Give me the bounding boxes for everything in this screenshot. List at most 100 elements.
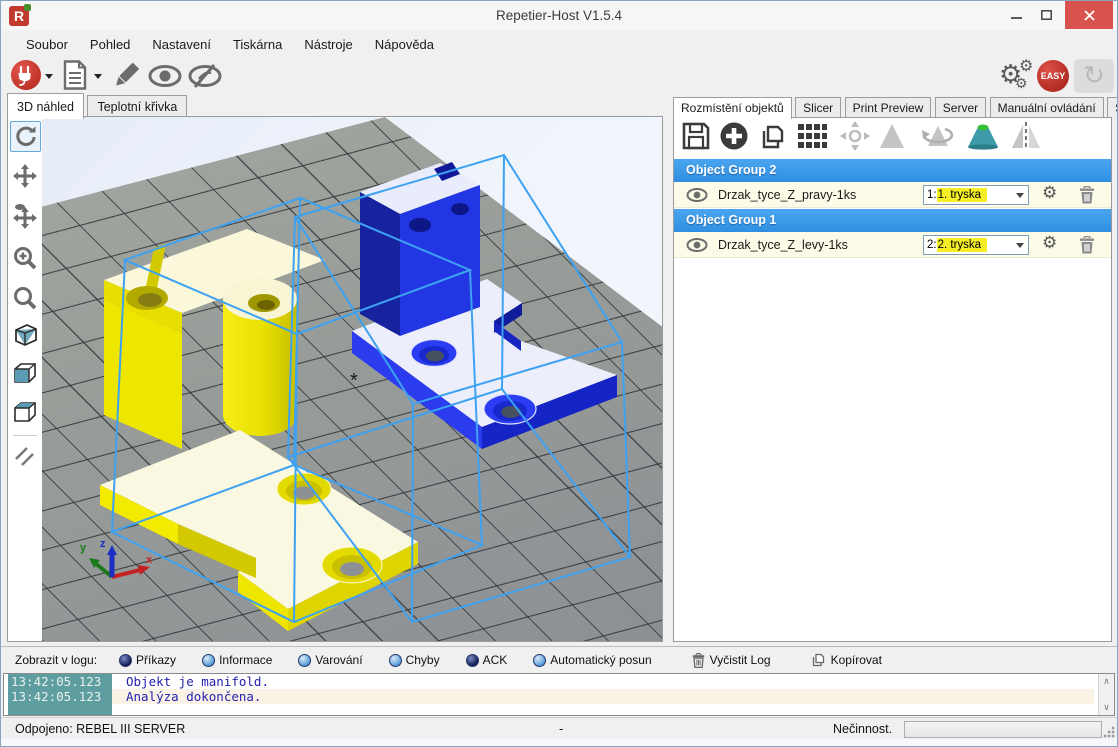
tab-sd-karta[interactable]: SD karta xyxy=(1107,97,1118,119)
extruder-select[interactable]: 2:2. tryska xyxy=(923,235,1029,255)
object-placement-panel: Object Group 2 Drzak_tyce_Z_pravy-1ks 1:… xyxy=(673,117,1112,642)
reload-icon: ↻ xyxy=(1083,60,1105,90)
log-row: 13:42:05.123 Analýza dokončena. xyxy=(8,689,1094,704)
menu-nastroje[interactable]: Nástroje xyxy=(293,33,363,56)
visibility-eye-icon[interactable] xyxy=(686,188,708,202)
maximize-button[interactable] xyxy=(1031,1,1061,29)
rotate-view-icon xyxy=(15,126,37,148)
mirror-object-button[interactable] xyxy=(1010,121,1042,156)
status-center: - xyxy=(559,722,563,736)
top-view-button[interactable] xyxy=(10,397,39,426)
edit-object-button[interactable] xyxy=(109,61,141,96)
object-row[interactable]: Drzak_tyce_Z_levy-1ks 2:2. tryska ⚙ xyxy=(674,232,1111,258)
object-name: Drzak_tyce_Z_levy-1ks xyxy=(718,238,848,252)
menu-pohled[interactable]: Pohled xyxy=(79,33,141,56)
load-dropdown-caret[interactable] xyxy=(94,74,102,79)
object-settings-button[interactable]: ⚙ xyxy=(1042,233,1057,253)
tab-rozmisteni-objektu[interactable]: Rozmístění objektů xyxy=(673,97,792,119)
copy-icon xyxy=(811,652,826,668)
move-object-button[interactable] xyxy=(10,201,39,230)
clear-log-button[interactable]: Vyčistit Log xyxy=(692,653,771,668)
orb-icon xyxy=(389,654,402,667)
log-filter-label: Zobrazit v logu: xyxy=(15,653,97,667)
mirror-icon xyxy=(1010,121,1042,151)
scroll-up-icon[interactable]: ∧ xyxy=(1103,676,1110,687)
move-view-button[interactable] xyxy=(10,161,39,190)
toggle-automaticky-posun[interactable]: Automatický posun xyxy=(533,653,651,667)
menu-tiskarna[interactable]: Tiskárna xyxy=(222,33,293,56)
fit-view-button[interactable] xyxy=(10,283,39,312)
front-view-button[interactable] xyxy=(10,358,39,387)
zoom-in-icon xyxy=(13,246,37,270)
group-header[interactable]: Object Group 2 xyxy=(674,159,1111,182)
printer-settings-button[interactable]: ⚙ ⚙ ⚙ xyxy=(999,59,1035,93)
scroll-down-icon[interactable]: ∨ xyxy=(1103,702,1110,713)
lay-flat-button[interactable] xyxy=(965,122,1001,155)
3d-canvas[interactable]: x y z * xyxy=(42,117,662,641)
center-object-button[interactable] xyxy=(840,121,870,156)
tab-manualni-ovladani[interactable]: Manuální ovládání xyxy=(990,97,1104,119)
toggle-varovani[interactable]: Varování xyxy=(298,653,362,667)
close-button[interactable] xyxy=(1065,1,1113,29)
object-settings-button[interactable]: ⚙ xyxy=(1042,183,1057,203)
toggle-chyby[interactable]: Chyby xyxy=(389,653,440,667)
hide-travel-button[interactable] xyxy=(187,63,223,94)
isometric-view-button[interactable] xyxy=(10,319,39,348)
extruder-select[interactable]: 1:1. tryska xyxy=(923,185,1029,205)
scale-object-button[interactable] xyxy=(879,122,905,155)
top-cube-icon xyxy=(12,399,38,425)
group-header[interactable]: Object Group 1 xyxy=(674,209,1111,232)
fit-view-icon xyxy=(13,286,37,310)
extruder-name: 1. tryska xyxy=(937,188,987,202)
maximize-icon xyxy=(1041,10,1052,20)
toggle-informace[interactable]: Informace xyxy=(202,653,272,667)
toggle-prikazy[interactable]: Příkazy xyxy=(119,653,176,667)
log-message: Analýza dokončena. xyxy=(112,689,261,704)
rotate-view-button[interactable] xyxy=(10,121,41,152)
isometric-cube-icon xyxy=(12,321,38,347)
3d-scene: x y z * xyxy=(42,117,662,641)
parallel-projection-button[interactable] xyxy=(10,441,39,470)
menu-nastaveni[interactable]: Nastavení xyxy=(141,33,222,56)
orb-icon xyxy=(466,654,479,667)
dropdown-caret-icon xyxy=(1013,239,1026,252)
axis-z-label: z xyxy=(100,538,106,550)
tab-server[interactable]: Server xyxy=(935,97,986,119)
tab-print-preview[interactable]: Print Preview xyxy=(845,97,932,119)
tab-3d-nahled[interactable]: 3D náhled xyxy=(7,93,84,119)
copy-object-button[interactable] xyxy=(758,121,788,156)
trash-icon xyxy=(692,653,705,668)
emergency-stop-button[interactable]: ↻ xyxy=(1074,59,1114,93)
eye-icon xyxy=(147,63,183,89)
easy-mode-button[interactable]: EASY xyxy=(1037,60,1069,92)
app-window: R Repetier-Host V1.5.4 Soubor Pohled Nas… xyxy=(0,0,1118,747)
model-blue[interactable] xyxy=(352,162,617,449)
object-row[interactable]: Drzak_tyce_Z_pravy-1ks 1:1. tryska ⚙ xyxy=(674,182,1111,208)
copy-log-button[interactable]: Kopírovat xyxy=(811,652,882,668)
autoposition-button[interactable] xyxy=(797,122,827,155)
resize-grip[interactable] xyxy=(1103,726,1115,738)
tab-slicer[interactable]: Slicer xyxy=(795,97,841,119)
toggle-ack[interactable]: ACK xyxy=(466,653,508,667)
add-object-button[interactable] xyxy=(719,121,749,156)
menu-napoveda[interactable]: Nápověda xyxy=(364,33,445,56)
orb-icon xyxy=(298,654,311,667)
log-time: 13:42:05.123 xyxy=(8,689,112,704)
menu-soubor[interactable]: Soubor xyxy=(15,33,79,56)
delete-object-button[interactable] xyxy=(1079,186,1095,209)
visibility-eye-icon[interactable] xyxy=(686,238,708,252)
show-filament-button[interactable] xyxy=(147,63,183,94)
save-button[interactable] xyxy=(682,122,710,155)
minimize-button[interactable] xyxy=(1001,1,1031,29)
log-message: Objekt je manifold. xyxy=(112,674,269,689)
zoom-in-button[interactable] xyxy=(10,243,39,272)
delete-object-button[interactable] xyxy=(1079,236,1095,259)
grid-icon xyxy=(797,122,827,150)
rotate-object-button[interactable] xyxy=(920,122,956,155)
connect-dropdown-caret[interactable] xyxy=(45,74,53,79)
load-button[interactable] xyxy=(61,60,89,95)
log-scrollbar[interactable]: ∧ ∨ xyxy=(1098,674,1114,715)
object-name: Drzak_tyce_Z_pravy-1ks xyxy=(718,188,856,202)
connect-button[interactable] xyxy=(11,60,41,90)
log-output[interactable]: 13:42:05.123 Objekt je manifold. 13:42:0… xyxy=(3,673,1115,716)
